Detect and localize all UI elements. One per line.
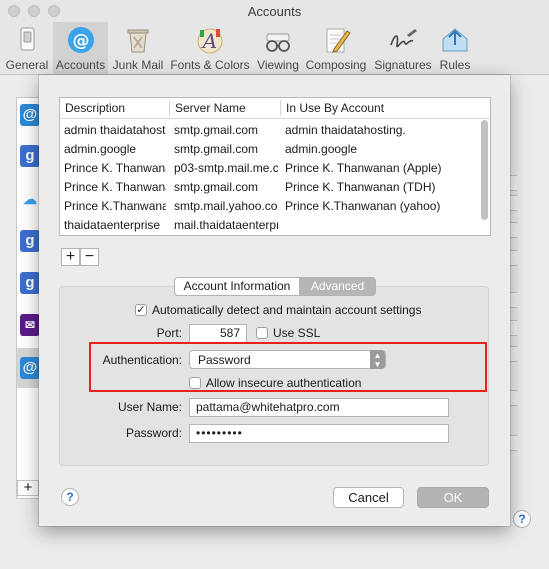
cell-in-use-by: Prince K. Thanwanan (Apple) (285, 161, 442, 175)
port-field[interactable]: 587 (189, 324, 247, 343)
toolbar-signatures[interactable]: Signatures (371, 22, 435, 74)
auto-detect-label: Automatically detect and maintain accoun… (152, 303, 422, 317)
password-label: Password: (125, 426, 182, 440)
table-row[interactable]: thaidataenterprise mail.thaidataenterpri… (60, 215, 478, 234)
toolbar-label: Accounts (55, 58, 106, 72)
remove-server-button[interactable]: − (80, 248, 99, 266)
cell-in-use-by: Prince K. Thanwanan (TDH) (285, 180, 436, 194)
table-row[interactable]: Prince K. Thanwanan (TDH) smtp.gmail.com… (60, 177, 478, 196)
tab-advanced[interactable]: Advanced (299, 277, 376, 296)
cell-server-name: smtp.gmail.com (174, 123, 259, 137)
use-ssl-checkbox[interactable] (256, 327, 268, 339)
toolbar-composing[interactable]: Composing (303, 22, 369, 74)
toolbar-viewing[interactable]: Viewing (255, 22, 301, 74)
cell-server-name: smtp.mail.yahoo.com (174, 199, 278, 213)
column-header-in-use-by-account[interactable]: In Use By Account (286, 101, 384, 115)
port-label: Port: (156, 326, 182, 340)
smtp-server-table: Description Server Name In Use By Accoun… (59, 97, 491, 236)
cell-description: Prince K. Thanwanan (TDH) (64, 180, 166, 194)
window-title: Accounts (247, 4, 302, 19)
toolbar-fonts-colors[interactable]: A Fonts & Colors (167, 22, 253, 74)
cell-server-name: p03-smtp.mail.me.com (174, 161, 278, 175)
at-sign-icon: @ (67, 27, 94, 53)
signature-icon (390, 29, 417, 48)
google-icon[interactable]: g (20, 272, 40, 294)
scrollbar-thumb[interactable] (481, 120, 488, 220)
google-icon[interactable]: g (20, 230, 40, 252)
toolbar-rules[interactable]: Rules (437, 22, 473, 74)
toolbar-general[interactable]: General (4, 22, 50, 74)
use-ssl-label: Use SSL (273, 326, 321, 340)
password-field[interactable]: ••••••••• (189, 424, 449, 443)
at-sign-icon[interactable]: @ (20, 104, 40, 126)
toolbar-label: Fonts & Colors (170, 58, 250, 72)
cell-description: Prince K.Thanwanan (yahoo) (64, 199, 166, 213)
fonts-colors-icon: A (197, 28, 223, 54)
general-switch-icon (20, 27, 35, 51)
trash-bin-icon (127, 29, 149, 53)
svg-text:@: @ (72, 31, 89, 51)
cell-in-use-by: admin.google (285, 142, 358, 156)
username-label: User Name: (117, 400, 182, 414)
table-header: Description Server Name In Use By Accoun… (60, 98, 490, 119)
auto-detect-checkbox[interactable]: ✓ (135, 304, 147, 316)
cell-server-name: smtp.gmail.com (174, 180, 259, 194)
cell-in-use-by: Prince K.Thanwanan (yahoo) (285, 199, 441, 213)
column-divider[interactable] (280, 100, 281, 116)
toolbar-label: Viewing (257, 58, 299, 72)
toolbar-label: Junk Mail (112, 58, 164, 72)
cell-description: admin.google (64, 142, 137, 156)
column-divider[interactable] (169, 100, 170, 116)
column-header-description[interactable]: Description (65, 101, 125, 115)
pencil-paper-icon (326, 28, 351, 53)
toolbar-accounts[interactable]: @ Accounts (53, 22, 108, 74)
icloud-icon[interactable]: ☁ (20, 188, 40, 210)
ok-button[interactable]: OK (417, 487, 489, 508)
cell-server-name: mail.thaidataenterprise.com (174, 218, 278, 232)
cancel-button[interactable]: Cancel (333, 487, 404, 508)
add-account-button[interactable]: + (17, 480, 39, 496)
username-field[interactable]: pattama@whitehatpro.com (189, 398, 449, 417)
table-row[interactable]: Prince K.Thanwanan (yahoo) smtp.mail.yah… (60, 196, 478, 215)
toolbar-label: Rules (439, 58, 471, 72)
cell-description: admin thaidatahosting (64, 123, 166, 137)
google-icon[interactable]: g (20, 145, 40, 167)
table-scrollbar[interactable] (481, 120, 488, 228)
table-row[interactable]: admin.google smtp.gmail.com admin.google (60, 139, 478, 158)
help-button[interactable]: ? (61, 488, 79, 506)
rules-icon (442, 28, 468, 52)
cell-in-use-by: admin thaidatahosting. (285, 123, 406, 137)
toolbar-label: General (5, 58, 49, 72)
toolbar-label: Signatures (374, 58, 432, 72)
table-row[interactable]: Prince K. Thanwanan (Apple) p03-smtp.mai… (60, 158, 478, 177)
glasses-icon (266, 33, 290, 52)
highlight-box (89, 342, 487, 392)
at-sign-icon[interactable]: @ (20, 357, 40, 379)
cell-description: Prince K. Thanwanan (Apple) (64, 161, 166, 175)
column-header-server-name[interactable]: Server Name (175, 101, 246, 115)
toolbar-label: Composing (305, 58, 367, 72)
yahoo-icon[interactable]: ✉ (20, 314, 40, 336)
cell-description: thaidataenterprise (64, 218, 161, 232)
table-row[interactable]: admin thaidatahosting smtp.gmail.com adm… (60, 120, 478, 139)
add-server-button[interactable]: + (61, 248, 80, 266)
background-help-button[interactable]: ? (513, 510, 531, 528)
cell-server-name: smtp.gmail.com (174, 142, 259, 156)
tab-account-information[interactable]: Account Information (174, 277, 300, 296)
toolbar-junk-mail[interactable]: Junk Mail (111, 22, 165, 74)
